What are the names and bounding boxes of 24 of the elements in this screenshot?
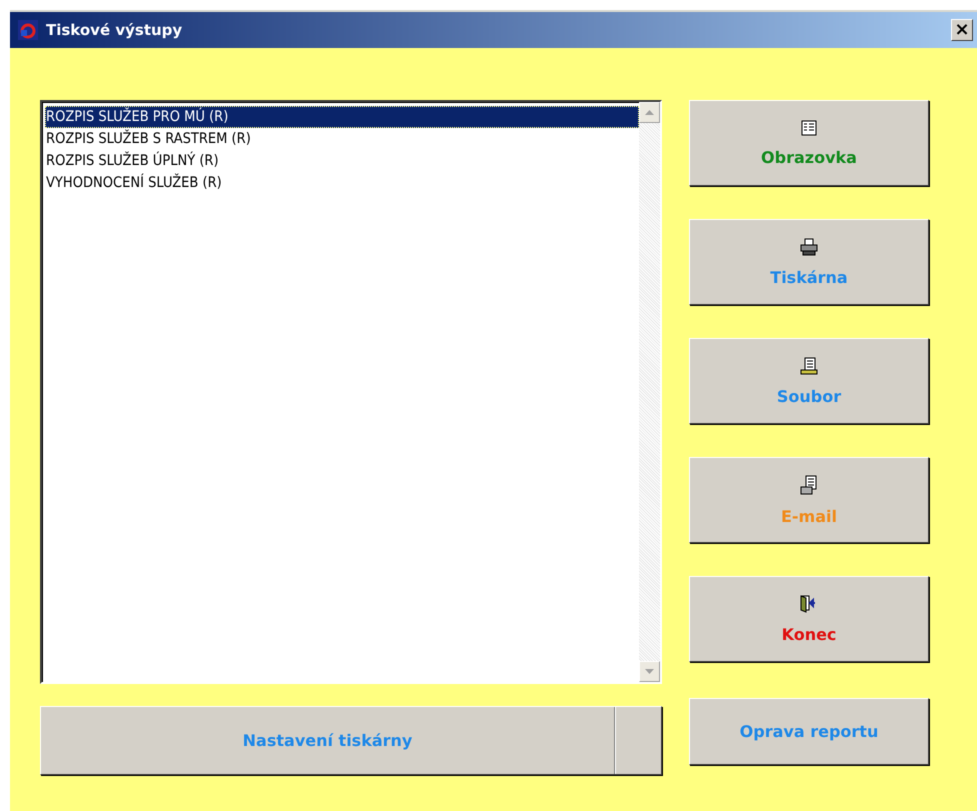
down-arrow-icon	[645, 669, 654, 674]
document-printer-icon	[800, 474, 818, 494]
scrollbar[interactable]	[639, 102, 660, 682]
scroll-up-button[interactable]	[639, 102, 660, 123]
window-title: Tiskové výstupy	[46, 21, 184, 39]
printer-icon	[800, 238, 818, 256]
app-logo-icon	[18, 20, 38, 40]
report-list-item[interactable]: ROZPIS SLUŽEB S RASTREM (R)	[45, 128, 639, 150]
list-sheet-icon	[801, 120, 817, 136]
scroll-down-button[interactable]	[639, 661, 660, 682]
output-button[interactable]: Tiskárna	[689, 219, 929, 305]
document-tray-icon	[800, 356, 818, 374]
printer-settings-label: Nastavení tiskárny	[242, 731, 414, 750]
output-button[interactable]: Obrazovka	[689, 100, 929, 186]
report-list-item[interactable]: VYHODNOCENÍ SLUŽEB (R)	[45, 172, 639, 194]
output-button[interactable]: Soubor	[689, 338, 929, 424]
output-button[interactable]: E-mail	[689, 457, 929, 543]
up-arrow-icon	[645, 110, 654, 115]
output-button[interactable]: Konec	[689, 576, 929, 662]
report-list-item[interactable]: ROZPIS SLUŽEB ÚPLNÝ (R)	[45, 150, 639, 172]
report-list-item[interactable]: ROZPIS SLUŽEB PRO MÚ (R)	[45, 106, 639, 128]
close-button[interactable]: ×	[951, 19, 973, 41]
printer-settings-button[interactable]: Nastavení tiskárny	[40, 706, 662, 775]
fix-report-button[interactable]: Oprava reportu	[689, 698, 929, 765]
